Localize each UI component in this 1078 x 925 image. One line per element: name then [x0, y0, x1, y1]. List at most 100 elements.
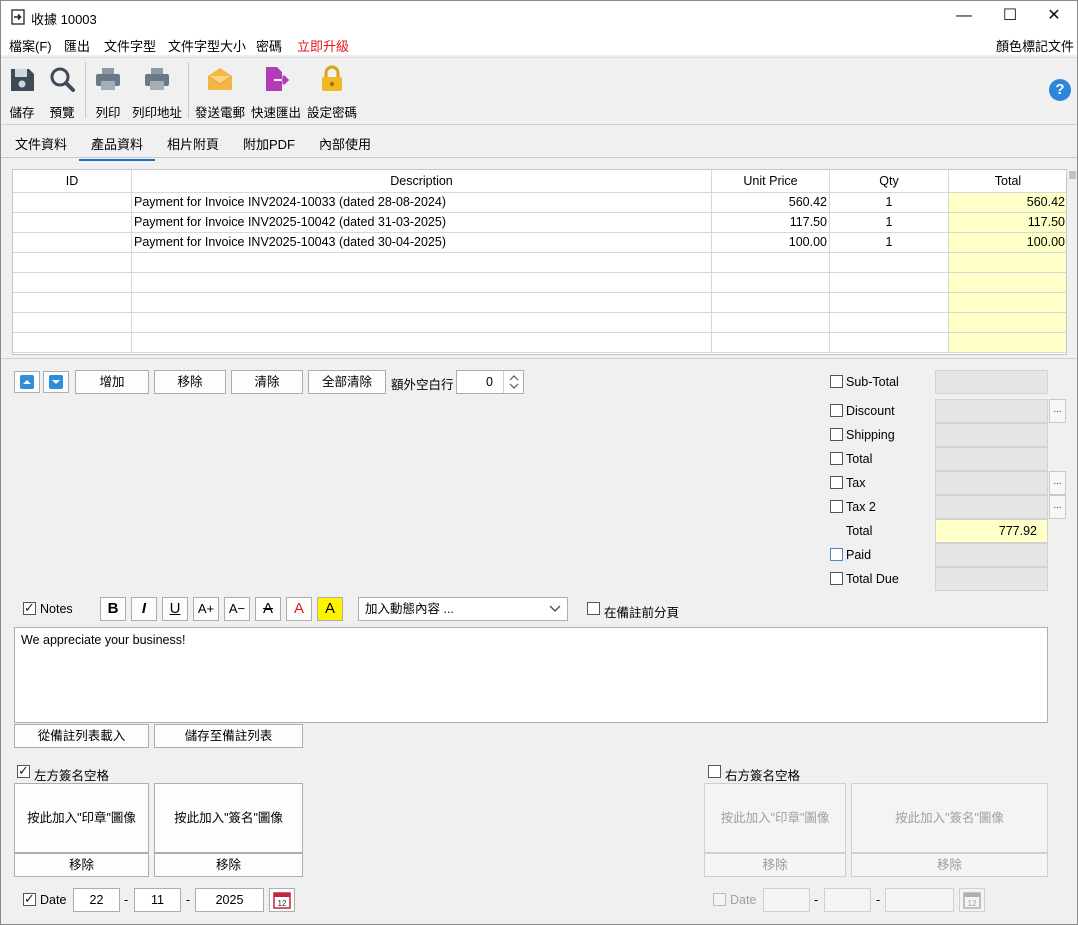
table-row[interactable]: Payment for Invoice INV2024-10033 (dated…	[13, 193, 1066, 213]
cell-qty[interactable]	[830, 273, 949, 293]
table-row[interactable]	[13, 293, 1066, 313]
cell-description[interactable]: Payment for Invoice INV2025-10043 (dated…	[132, 233, 712, 253]
left-add-signature-button[interactable]: 按此加入"簽名"圖像	[154, 783, 303, 853]
print-address-button[interactable]: 列印地址	[131, 62, 183, 122]
cell-unit-price[interactable]: 560.42	[712, 193, 830, 213]
menu-file[interactable]: 檔案(F)	[9, 36, 52, 55]
bold-button[interactable]: B	[100, 597, 126, 621]
discount-checkbox[interactable]	[830, 404, 843, 417]
dynamic-content-dropdown[interactable]: 加入動態內容 ...	[358, 597, 568, 621]
add-row-button[interactable]: 增加	[75, 370, 149, 394]
save-notes-to-list-button[interactable]: 儲存至備註列表	[154, 724, 303, 748]
left-remove-stamp-button[interactable]: 移除	[14, 853, 149, 877]
table-row[interactable]	[13, 253, 1066, 273]
cell-qty[interactable]: 1	[830, 233, 949, 253]
send-email-button[interactable]: 發送電郵	[194, 62, 246, 122]
tab-attach-pdf[interactable]: 附加PDF	[243, 134, 295, 153]
underline-button[interactable]: U	[162, 597, 188, 621]
right-add-signature-button[interactable]: 按此加入"簽名"圖像	[851, 783, 1048, 853]
right-remove-stamp-button[interactable]: 移除	[704, 853, 846, 877]
cell-unit-price[interactable]	[712, 313, 830, 333]
cell-description[interactable]	[132, 273, 712, 293]
cell-id[interactable]	[13, 333, 132, 353]
cell-unit-price[interactable]	[712, 253, 830, 273]
italic-button[interactable]: I	[131, 597, 157, 621]
cell-unit-price[interactable]	[712, 293, 830, 313]
cell-id[interactable]	[13, 253, 132, 273]
cell-qty[interactable]: 1	[830, 193, 949, 213]
right-signature-checkbox[interactable]	[708, 765, 721, 778]
table-row[interactable]	[13, 273, 1066, 293]
cell-unit-price[interactable]: 100.00	[712, 233, 830, 253]
total-due-checkbox[interactable]	[830, 572, 843, 585]
left-add-stamp-button[interactable]: 按此加入"印章"圖像	[14, 783, 149, 853]
table-row[interactable]	[13, 333, 1066, 353]
paid-checkbox[interactable]	[830, 548, 843, 561]
right-date-month-input[interactable]	[824, 888, 871, 912]
tab-document-info[interactable]: 文件資料	[15, 134, 67, 153]
tax-checkbox[interactable]	[830, 476, 843, 489]
cell-unit-price[interactable]	[712, 333, 830, 353]
right-remove-signature-button[interactable]: 移除	[851, 853, 1048, 877]
left-date-day-input[interactable]: 22	[73, 888, 120, 912]
cell-description[interactable]	[132, 313, 712, 333]
cell-description[interactable]	[132, 253, 712, 273]
cell-id[interactable]	[13, 233, 132, 253]
cell-qty[interactable]	[830, 313, 949, 333]
table-scrollbar-thumb[interactable]	[1069, 171, 1076, 179]
tax2-options-button[interactable]: ...	[1049, 495, 1066, 519]
maximize-button[interactable]: ☐	[987, 1, 1033, 33]
tab-photo-attachment[interactable]: 相片附頁	[167, 134, 219, 153]
menu-document-font[interactable]: 文件字型	[104, 36, 156, 55]
clear-all-button[interactable]: 全部清除	[308, 370, 386, 394]
decrease-font-button[interactable]: A−	[224, 597, 250, 621]
cell-description[interactable]: Payment for Invoice INV2025-10042 (dated…	[132, 213, 712, 233]
cell-unit-price[interactable]	[712, 273, 830, 293]
table-row[interactable]: Payment for Invoice INV2025-10043 (dated…	[13, 233, 1066, 253]
menu-upgrade-now[interactable]: 立即升級	[297, 36, 349, 55]
cell-id[interactable]	[13, 273, 132, 293]
save-button[interactable]: 儲存	[5, 62, 39, 122]
cell-description[interactable]: Payment for Invoice INV2024-10033 (dated…	[132, 193, 712, 213]
preview-button[interactable]: 預覽	[45, 62, 79, 122]
extra-blank-rows-spinner[interactable]	[503, 371, 523, 393]
cell-description[interactable]	[132, 333, 712, 353]
right-add-stamp-button[interactable]: 按此加入"印章"圖像	[704, 783, 846, 853]
tax2-checkbox[interactable]	[830, 500, 843, 513]
right-date-checkbox[interactable]	[713, 893, 726, 906]
menu-document-font-size[interactable]: 文件字型大小	[168, 36, 246, 55]
right-calendar-button[interactable]: 12	[959, 888, 985, 912]
left-date-checkbox[interactable]: ✓	[23, 891, 36, 906]
strikethrough-button[interactable]: A	[255, 597, 281, 621]
clear-row-button[interactable]: 清除	[231, 370, 303, 394]
notes-textarea[interactable]: We appreciate your business!	[14, 627, 1048, 723]
left-remove-signature-button[interactable]: 移除	[154, 853, 303, 877]
left-date-year-input[interactable]: 2025	[195, 888, 264, 912]
column-header-unit-price[interactable]: Unit Price	[712, 170, 830, 193]
menu-color-tag-document[interactable]: 顏色標記文件	[996, 36, 1074, 55]
menu-password[interactable]: 密碼	[256, 36, 282, 55]
font-color-button[interactable]: A	[286, 597, 312, 621]
column-header-qty[interactable]: Qty	[830, 170, 949, 193]
table-row[interactable]	[13, 313, 1066, 333]
subtotal-checkbox[interactable]	[830, 375, 843, 388]
page-break-before-notes-checkbox[interactable]	[587, 602, 600, 615]
quick-export-button[interactable]: 快速匯出	[250, 62, 302, 122]
print-button[interactable]: 列印	[91, 62, 125, 122]
highlight-button[interactable]: A	[317, 597, 343, 621]
notes-checkbox[interactable]: ✓	[23, 600, 36, 615]
remove-row-button[interactable]: 移除	[154, 370, 226, 394]
shipping-checkbox[interactable]	[830, 428, 843, 441]
cell-description[interactable]	[132, 293, 712, 313]
discount-options-button[interactable]: ...	[1049, 399, 1066, 423]
load-notes-from-list-button[interactable]: 從備註列表載入	[14, 724, 149, 748]
cell-id[interactable]	[13, 213, 132, 233]
minimize-button[interactable]: —	[941, 1, 987, 33]
cell-qty[interactable]	[830, 253, 949, 273]
cell-id[interactable]	[13, 193, 132, 213]
right-date-day-input[interactable]	[763, 888, 810, 912]
tab-product-info[interactable]: 產品資料	[79, 134, 156, 161]
left-calendar-button[interactable]: 12	[269, 888, 295, 912]
right-date-year-input[interactable]	[885, 888, 954, 912]
cell-unit-price[interactable]: 117.50	[712, 213, 830, 233]
